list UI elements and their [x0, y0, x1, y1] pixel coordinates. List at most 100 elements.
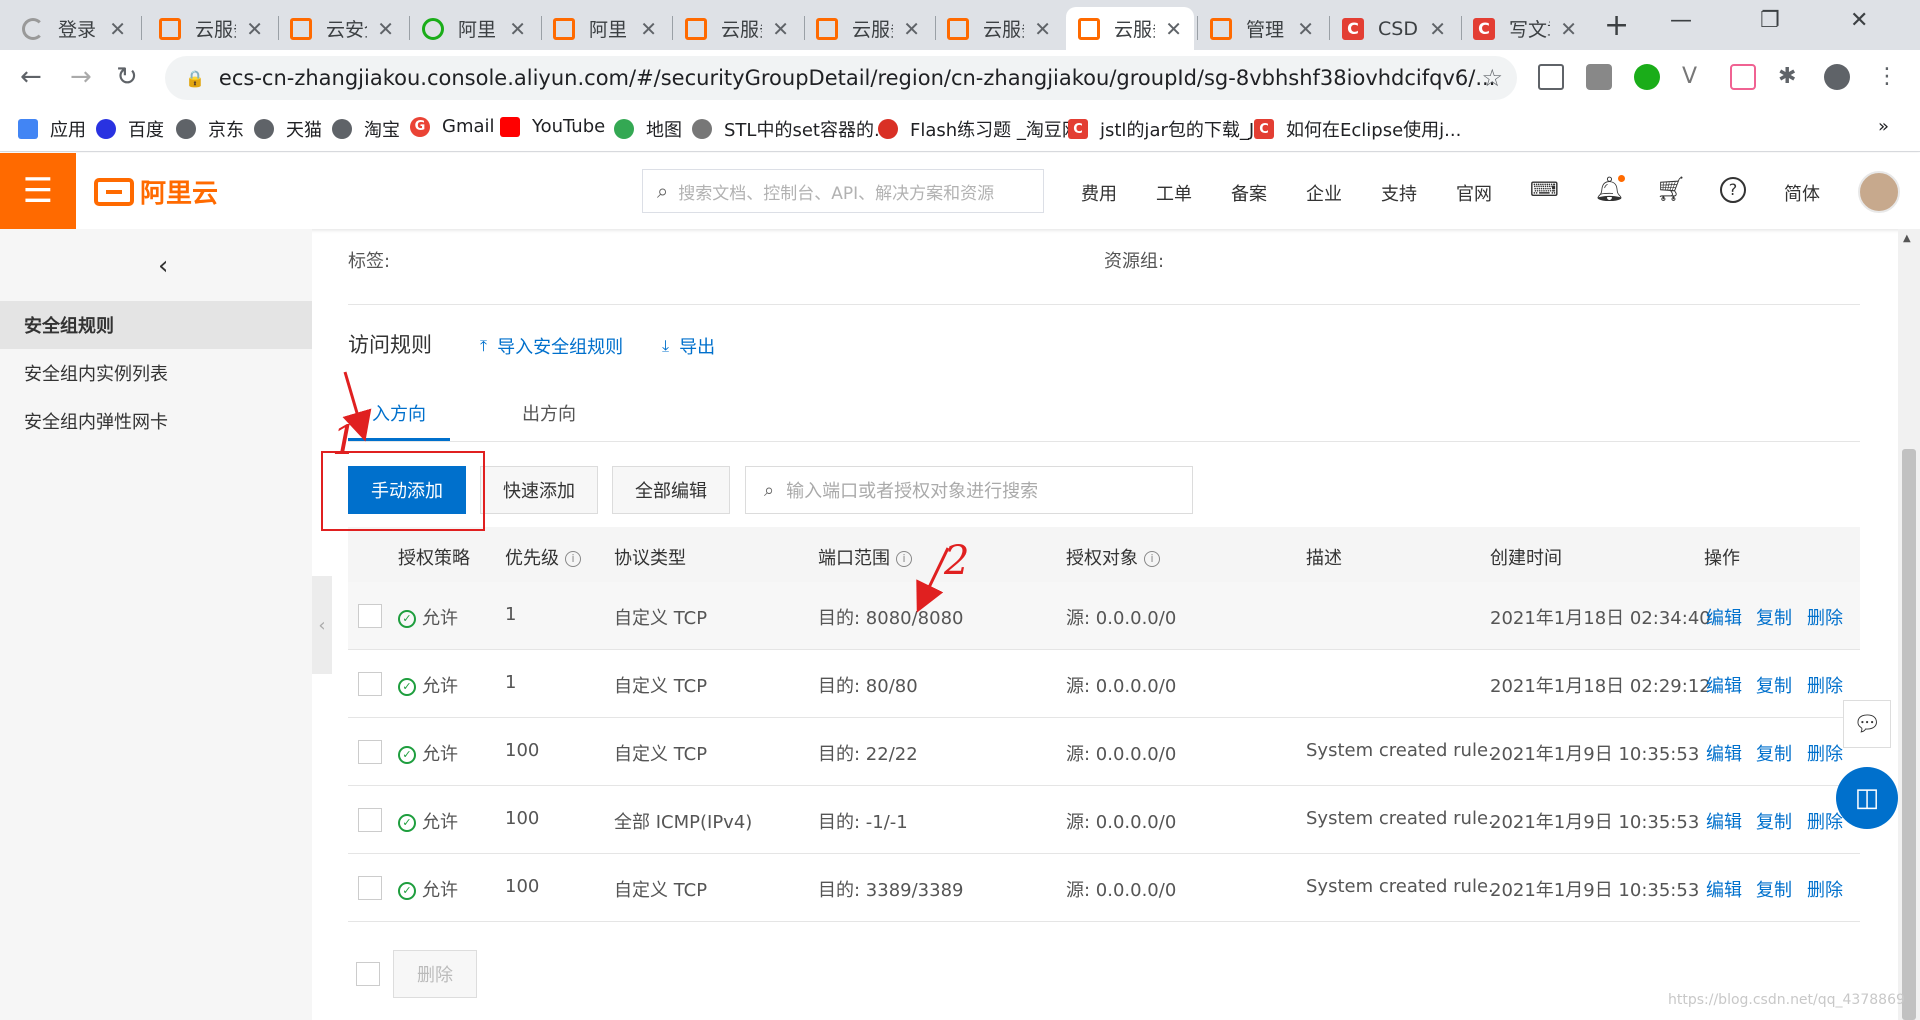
help-icon[interactable]: ? — [1720, 177, 1746, 203]
quick-add-button[interactable]: 快速添加 — [480, 466, 598, 514]
delete-rule-link[interactable]: 删除 — [1807, 604, 1843, 630]
forward-arrow-icon[interactable]: → — [70, 62, 92, 92]
extension-v-icon[interactable]: V — [1682, 64, 1708, 90]
terminal-icon[interactable]: ⌨ — [1530, 177, 1559, 201]
extension-tv-icon[interactable] — [1730, 64, 1756, 90]
chat-icon[interactable]: 💬︎ — [1843, 700, 1891, 748]
bookmark-item[interactable]: 应用 — [18, 116, 86, 142]
delete-rule-link[interactable]: 删除 — [1807, 876, 1843, 902]
tab-outbound[interactable]: 出方向 — [522, 400, 576, 426]
browser-tab[interactable]: 云服务器 ✕ — [673, 7, 801, 50]
bookmark-item[interactable]: STL中的set容器的... — [692, 116, 891, 142]
avatar[interactable] — [1858, 171, 1900, 213]
copy-rule-link[interactable]: 复制 — [1756, 740, 1792, 766]
language-switch[interactable]: 简体 — [1784, 180, 1820, 206]
close-tab-icon[interactable]: ✕ — [509, 17, 526, 41]
back-arrow-icon[interactable]: ← — [20, 62, 42, 92]
kebab-menu-icon[interactable]: ⋮ — [1874, 64, 1900, 90]
info-icon[interactable]: i — [1144, 551, 1160, 567]
restore-icon[interactable]: ❐ — [1760, 8, 1780, 33]
edit-rule-link[interactable]: 编辑 — [1706, 740, 1742, 766]
bookmarks-more-icon[interactable]: » — [1878, 116, 1889, 137]
close-tab-icon[interactable]: ✕ — [1297, 17, 1314, 41]
browser-tab[interactable]: 云服务器 ✕ — [1066, 7, 1194, 50]
close-window-icon[interactable]: ✕ — [1850, 8, 1868, 33]
bookmark-item[interactable]: G Gmail — [410, 116, 495, 137]
row-checkbox[interactable] — [358, 740, 382, 764]
browser-tab[interactable]: 云安全 ✕ — [278, 7, 406, 50]
sidebar-item[interactable]: 安全组内实例列表 — [0, 349, 312, 397]
row-checkbox[interactable] — [358, 604, 382, 628]
bookmark-star-icon[interactable]: ☆ — [1481, 64, 1503, 92]
browser-tab[interactable]: 阿里 ✕ — [410, 7, 538, 50]
row-checkbox[interactable] — [358, 808, 382, 832]
delete-rule-link[interactable]: 删除 — [1807, 672, 1843, 698]
close-tab-icon[interactable]: ✕ — [1429, 17, 1446, 41]
topnav-link[interactable]: 企业 — [1306, 180, 1342, 206]
delete-rule-link[interactable]: 删除 — [1807, 740, 1843, 766]
aliyun-logo[interactable]: 阿里云 — [94, 173, 218, 210]
topnav-link[interactable]: 工单 — [1156, 180, 1192, 206]
select-all-checkbox[interactable] — [356, 962, 380, 986]
close-tab-icon[interactable]: ✕ — [1034, 17, 1051, 41]
console-search-input[interactable]: ⌕ 搜索文档、控制台、API、解决方案和资源 — [642, 169, 1044, 213]
topnav-link[interactable]: 费用 — [1081, 180, 1117, 206]
panel-toggle-handle[interactable]: ‹ — [312, 576, 332, 674]
browser-tab[interactable]: 管理 ✕ — [1198, 7, 1326, 50]
close-tab-icon[interactable]: ✕ — [1165, 17, 1182, 41]
reload-icon[interactable]: ↻ — [116, 62, 138, 92]
hamburger-menu-icon[interactable]: ☰ — [0, 153, 76, 229]
browser-tab[interactable]: 云服务器 ✕ — [804, 7, 932, 50]
new-tab-button[interactable]: + — [1604, 8, 1629, 43]
scroll-up-icon[interactable]: ▲ — [1903, 233, 1911, 244]
sidebar-item[interactable]: 安全组规则 — [0, 301, 312, 349]
topnav-link[interactable]: 备案 — [1231, 180, 1267, 206]
close-tab-icon[interactable]: ✕ — [246, 17, 263, 41]
info-icon[interactable]: i — [565, 551, 581, 567]
extension-green-icon[interactable] — [1634, 64, 1660, 90]
apps-icon[interactable]: ◫ — [1836, 767, 1898, 829]
rule-search-input[interactable]: ⌕ 输入端口或者授权对象进行搜索 — [745, 466, 1193, 514]
scrollbar-thumb[interactable] — [1902, 449, 1916, 1020]
scrollbar[interactable]: ▲ — [1898, 229, 1920, 1020]
close-tab-icon[interactable]: ✕ — [1560, 17, 1577, 41]
browser-tab[interactable]: 云服务器 ✕ — [935, 7, 1063, 50]
close-tab-icon[interactable]: ✕ — [640, 17, 657, 41]
bulk-delete-button[interactable]: 删除 — [393, 950, 477, 998]
bookmark-item[interactable]: Flash练习题 _淘豆网 — [878, 116, 1080, 142]
close-tab-icon[interactable]: ✕ — [377, 17, 394, 41]
minimize-icon[interactable]: — — [1670, 8, 1692, 33]
topnav-link[interactable]: 官网 — [1456, 180, 1492, 206]
close-tab-icon[interactable]: ✕ — [903, 17, 920, 41]
info-icon[interactable]: i — [896, 551, 912, 567]
export-link[interactable]: ⤓ 导出 — [662, 333, 715, 359]
bookmark-item[interactable]: C 如何在Eclipse使用j... — [1254, 116, 1461, 142]
copy-rule-link[interactable]: 复制 — [1756, 672, 1792, 698]
browser-tab[interactable]: C 写文章 ✕ — [1461, 7, 1589, 50]
url-bar[interactable]: 🔒 ecs-cn-zhangjiakou.console.aliyun.com/… — [165, 56, 1517, 100]
edit-rule-link[interactable]: 编辑 — [1706, 672, 1742, 698]
browser-tab[interactable]: 登录 ✕ — [10, 7, 138, 50]
edit-all-button[interactable]: 全部编辑 — [612, 466, 730, 514]
profile-icon[interactable] — [1824, 64, 1850, 90]
copy-rule-link[interactable]: 复制 — [1756, 808, 1792, 834]
delete-rule-link[interactable]: 删除 — [1807, 808, 1843, 834]
cast-icon[interactable] — [1538, 64, 1564, 90]
puzzle-icon[interactable]: ✱ — [1778, 64, 1804, 90]
browser-tab[interactable]: 阿里 ✕ — [541, 7, 669, 50]
row-checkbox[interactable] — [358, 672, 382, 696]
edit-rule-link[interactable]: 编辑 — [1706, 604, 1742, 630]
close-tab-icon[interactable]: ✕ — [772, 17, 789, 41]
bookmark-item[interactable]: 淘宝 — [332, 116, 400, 142]
close-tab-icon[interactable]: ✕ — [109, 17, 126, 41]
bookmark-item[interactable]: 天猫 — [254, 116, 322, 142]
browser-tab[interactable]: 云服务器 ✕ — [147, 7, 275, 50]
copy-rule-link[interactable]: 复制 — [1756, 876, 1792, 902]
copy-rule-link[interactable]: 复制 — [1756, 604, 1792, 630]
collapse-chevron-icon[interactable]: ‹ — [158, 251, 168, 281]
edit-rule-link[interactable]: 编辑 — [1706, 808, 1742, 834]
browser-tab[interactable]: C CSDN ✕ — [1330, 7, 1458, 50]
topnav-link[interactable]: 支持 — [1381, 180, 1417, 206]
bookmark-item[interactable]: Cjstl的jar包的下载_J... — [1068, 116, 1271, 142]
cart-icon[interactable]: 🛒︎ — [1656, 175, 1686, 203]
